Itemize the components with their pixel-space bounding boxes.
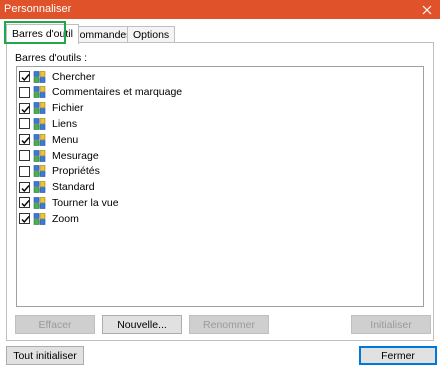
toolbar-item-label: Mesurage xyxy=(52,149,99,162)
check-icon xyxy=(21,184,30,192)
reset-all-button[interactable]: Tout initialiser xyxy=(6,346,84,365)
toolbar-item-label: Tourner la vue xyxy=(52,196,119,209)
toolbar-icon xyxy=(33,118,46,130)
tab-options[interactable]: Options xyxy=(127,26,176,43)
rename-button[interactable]: Renommer xyxy=(189,315,269,334)
toolbar-item-label: Propriétés xyxy=(52,165,100,178)
toolbar-icon xyxy=(33,86,46,99)
toolbar-item-label: Fichier xyxy=(52,102,84,115)
toolbar-item-label: Commentaires et marquage xyxy=(52,86,183,99)
toolbar-list-item[interactable]: Menu xyxy=(19,132,78,147)
toolbar-icon xyxy=(33,212,46,225)
toolbar-icon xyxy=(33,149,46,162)
toolbar-checkbox[interactable] xyxy=(19,134,30,146)
window-title: Personnaliser xyxy=(4,3,72,15)
check-icon xyxy=(21,74,30,82)
toolbar-item-label: Liens xyxy=(52,117,78,130)
toolbar-list-item[interactable]: Commentaires et marquage xyxy=(19,85,182,100)
clear-button[interactable]: Effacer xyxy=(15,315,95,334)
title-bar: Personnaliser xyxy=(0,0,440,19)
close-icon xyxy=(422,5,432,14)
toolbars-panel: Barres d'outils : Chercher Commentaires e… xyxy=(6,42,434,341)
check-icon xyxy=(21,105,30,113)
toolbar-list-item[interactable]: Chercher xyxy=(19,69,95,84)
toolbar-icon xyxy=(33,133,46,146)
check-icon xyxy=(21,200,30,208)
check-icon xyxy=(21,137,30,145)
tab-toolbars[interactable]: Barres d'outil xyxy=(6,24,79,44)
toolbar-list-item[interactable]: Standard xyxy=(19,180,95,195)
toolbar-item-label: Chercher xyxy=(52,70,96,83)
reset-button[interactable]: Initialiser xyxy=(351,315,431,334)
toolbar-icon xyxy=(33,165,46,178)
toolbar-list-item[interactable]: Propriétés xyxy=(19,164,100,179)
toolbar-icon xyxy=(33,181,46,193)
toolbar-checkbox[interactable] xyxy=(19,213,30,225)
toolbars-list-label: Barres d'outils : xyxy=(15,52,88,64)
toolbar-checkbox[interactable] xyxy=(19,150,30,161)
close-window-button[interactable] xyxy=(414,0,440,19)
toolbar-list-item[interactable]: Zoom xyxy=(19,211,79,226)
toolbar-checkbox[interactable] xyxy=(19,118,30,130)
toolbar-item-label: Standard xyxy=(52,181,95,194)
toolbars-list[interactable]: Chercher Commentaires et marquage Fichier L… xyxy=(16,66,424,307)
new-toolbar-button[interactable]: Nouvelle... xyxy=(102,315,182,334)
check-icon xyxy=(21,216,30,224)
toolbar-checkbox[interactable] xyxy=(19,86,30,98)
toolbar-item-label: Menu xyxy=(52,133,79,146)
close-button[interactable]: Fermer xyxy=(359,346,437,365)
toolbar-checkbox[interactable] xyxy=(19,165,30,177)
toolbar-checkbox[interactable] xyxy=(19,197,30,209)
toolbar-list-item[interactable]: Liens xyxy=(19,116,77,131)
toolbar-list-item[interactable]: Tourner la vue xyxy=(19,195,119,210)
toolbar-list-item[interactable]: Fichier xyxy=(19,101,84,116)
toolbar-icon xyxy=(33,102,46,114)
toolbar-checkbox[interactable] xyxy=(19,102,30,114)
toolbar-item-label: Zoom xyxy=(52,212,79,225)
toolbar-list-item[interactable]: Mesurage xyxy=(19,148,99,163)
toolbar-checkbox[interactable] xyxy=(19,181,30,193)
toolbar-icon xyxy=(33,70,46,83)
toolbar-icon xyxy=(33,197,46,209)
toolbar-checkbox[interactable] xyxy=(19,71,30,82)
